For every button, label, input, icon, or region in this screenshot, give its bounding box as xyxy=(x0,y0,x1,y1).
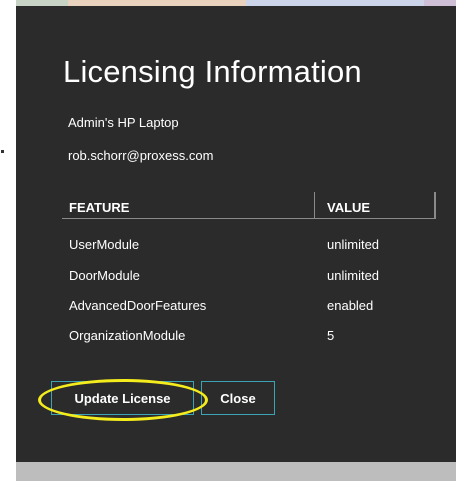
feature-name: AdvancedDoorFeatures xyxy=(69,298,207,313)
feature-name: OrganizationModule xyxy=(69,328,186,343)
feature-value: enabled xyxy=(327,298,374,313)
feature-value: unlimited xyxy=(327,268,380,283)
device-name: Admin's HP Laptop xyxy=(68,115,179,130)
column-header-value[interactable]: VALUE xyxy=(327,200,370,215)
feature-name: UserModule xyxy=(69,237,140,252)
column-header-edge xyxy=(434,192,436,218)
close-button[interactable]: Close xyxy=(201,381,275,415)
table-header: FEATURE VALUE xyxy=(62,192,436,219)
feature-name: DoorModule xyxy=(69,268,140,283)
feature-value: unlimited xyxy=(327,237,380,252)
license-features-table: FEATURE VALUE UserModule unlimited DoorM… xyxy=(62,192,436,343)
dialog-footer-bar xyxy=(16,462,456,481)
table-row[interactable]: OrganizationModule 5 xyxy=(62,328,436,348)
column-divider[interactable] xyxy=(314,192,315,218)
table-row[interactable]: UserModule unlimited xyxy=(62,237,436,257)
background-dot xyxy=(1,150,4,153)
update-license-button[interactable]: Update License xyxy=(51,381,194,415)
dialog-title: Licensing Information xyxy=(63,54,362,89)
column-header-feature[interactable]: FEATURE xyxy=(69,200,129,215)
table-row[interactable]: DoorModule unlimited xyxy=(62,268,436,288)
feature-value: 5 xyxy=(327,328,335,343)
table-row[interactable]: AdvancedDoorFeatures enabled xyxy=(62,298,436,318)
account-email: rob.schorr@proxess.com xyxy=(68,148,214,163)
